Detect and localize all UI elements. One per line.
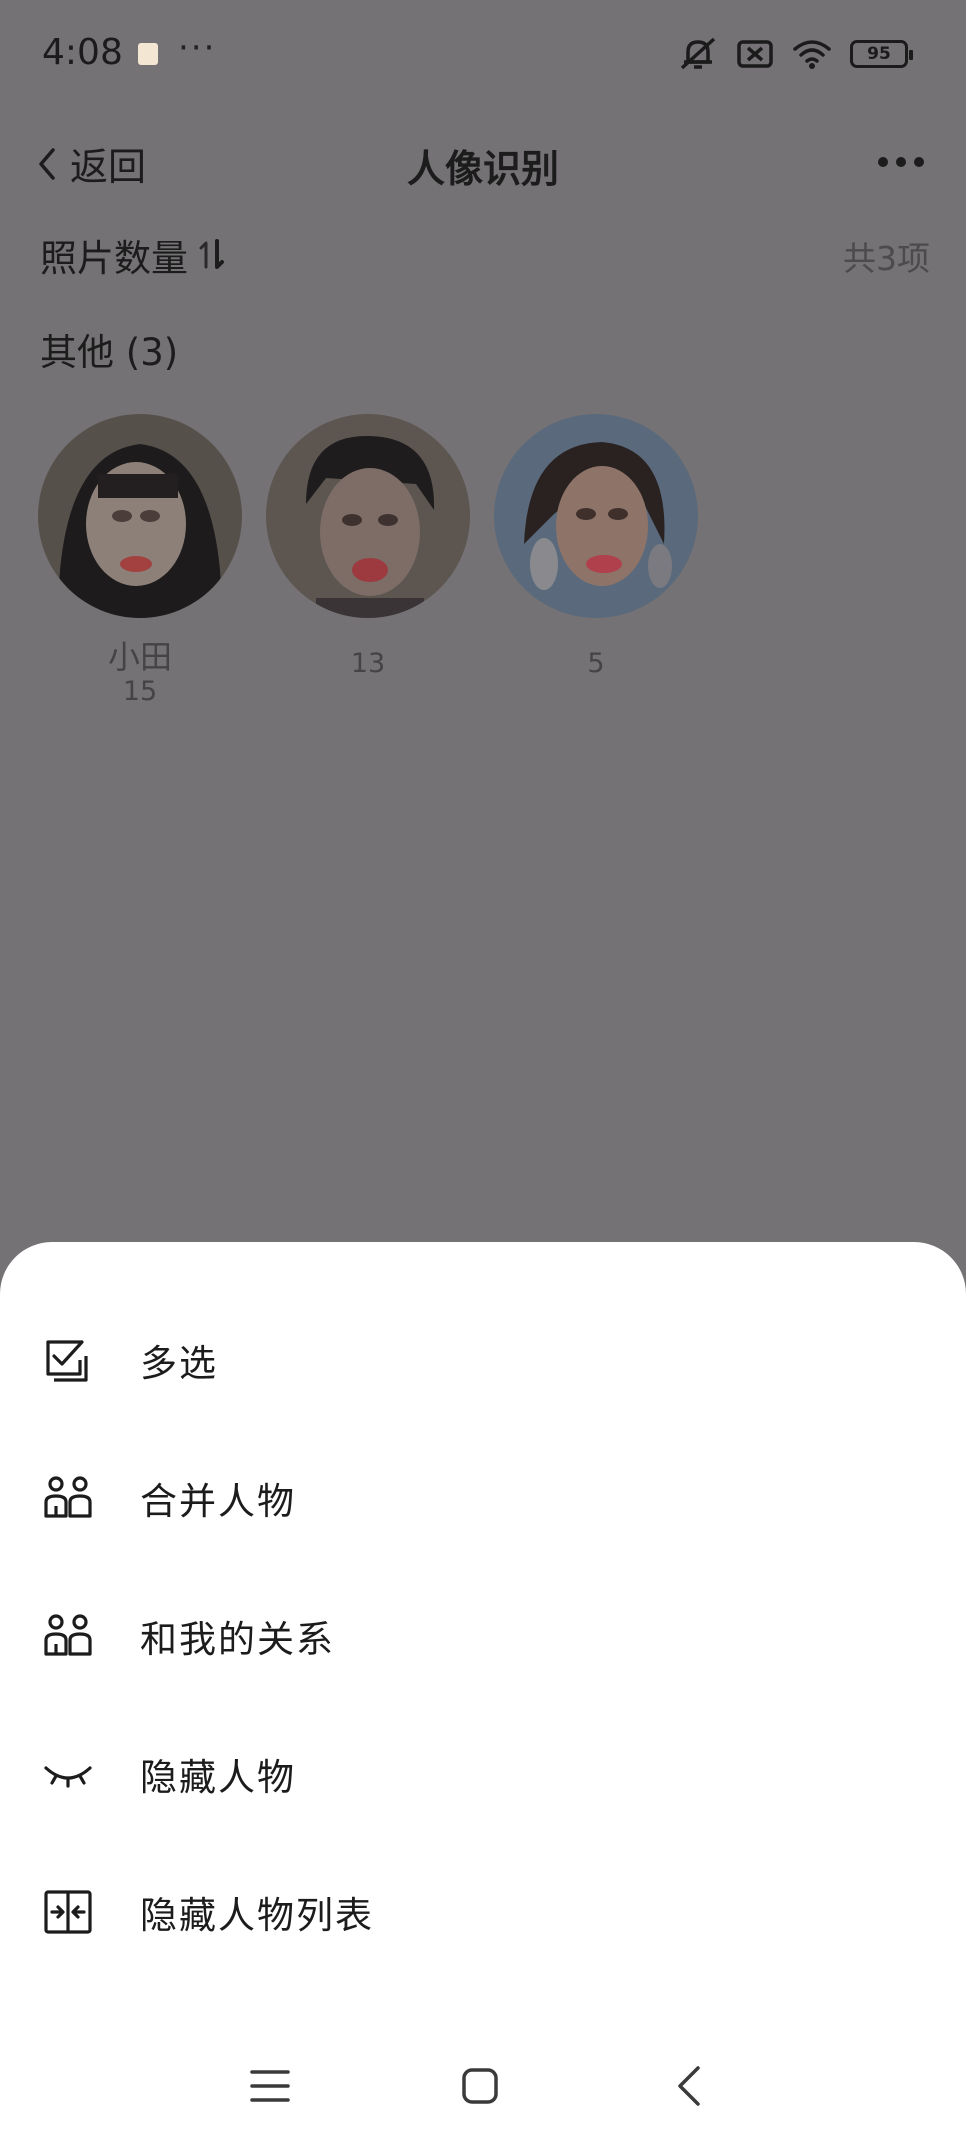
more-dots-icon[interactable] bbox=[876, 150, 926, 174]
section-title: 其他 (3) bbox=[40, 331, 179, 374]
nav-bar: 人像识别 返回 bbox=[0, 120, 966, 206]
status-more-dots: ··· bbox=[178, 28, 217, 68]
menu-item-hidden-list[interactable]: 隐藏人物列表 bbox=[0, 1843, 966, 1981]
person-name: 小田 bbox=[107, 638, 172, 676]
mute-icon bbox=[680, 37, 716, 70]
person-photo-count: 13 bbox=[350, 648, 386, 679]
total-count: 共3项 bbox=[843, 239, 930, 278]
battery-level: 95 bbox=[867, 44, 891, 64]
wifi-icon bbox=[793, 40, 831, 69]
people-grid: 小田 15 13 5 bbox=[38, 414, 698, 707]
menu-item-hide-person[interactable]: 隐藏人物 bbox=[0, 1705, 966, 1843]
merge-people-icon bbox=[44, 1476, 92, 1518]
multi-select-icon bbox=[46, 1340, 88, 1382]
menu-label: 隐藏人物 bbox=[140, 1756, 296, 1799]
no-sim-icon bbox=[737, 40, 773, 68]
status-bar: 4:08 ··· 95 bbox=[0, 0, 966, 110]
menu-item-multi-select[interactable]: 多选 bbox=[0, 1291, 966, 1429]
sort-row: 照片数量 共3项 bbox=[40, 228, 930, 284]
back-button[interactable]: 返回 bbox=[36, 136, 146, 191]
person-avatar bbox=[266, 414, 470, 618]
notification-app-icon bbox=[138, 43, 158, 65]
relationship-icon bbox=[44, 1614, 92, 1656]
person-card[interactable]: 5 bbox=[494, 414, 698, 707]
person-card[interactable]: 13 bbox=[266, 414, 470, 707]
action-sheet: 多选 合并人物 和我的关系 隐藏人物 隐藏人物列表 bbox=[0, 1242, 966, 2146]
back-label: 返回 bbox=[70, 145, 147, 189]
status-icons: 95 bbox=[678, 36, 913, 72]
person-avatar bbox=[494, 414, 698, 618]
sort-label: 照片数量 bbox=[40, 237, 188, 280]
home-icon[interactable] bbox=[456, 2062, 504, 2110]
person-card[interactable]: 小田 15 bbox=[38, 414, 242, 707]
sort-descending-icon bbox=[199, 239, 224, 269]
person-avatar bbox=[38, 414, 242, 618]
hidden-list-icon bbox=[44, 1890, 92, 1934]
menu-label: 和我的关系 bbox=[140, 1618, 335, 1661]
battery-icon: 95 bbox=[850, 40, 913, 68]
menu-item-relationship[interactable]: 和我的关系 bbox=[0, 1567, 966, 1705]
menu-label: 合并人物 bbox=[140, 1480, 296, 1523]
system-nav-bar bbox=[0, 2040, 966, 2130]
back-icon[interactable] bbox=[666, 2062, 714, 2110]
hide-eye-icon bbox=[44, 1766, 92, 1788]
chevron-left-icon bbox=[39, 147, 55, 180]
status-time: 4:08 bbox=[42, 32, 123, 73]
sort-by-photo-count-button[interactable]: 照片数量 bbox=[40, 228, 228, 282]
menu-icon[interactable] bbox=[246, 2062, 294, 2110]
menu-label: 多选 bbox=[140, 1342, 218, 1385]
menu-label: 隐藏人物列表 bbox=[140, 1894, 374, 1937]
person-photo-count: 5 bbox=[587, 648, 605, 679]
person-photo-count: 15 bbox=[122, 676, 158, 707]
menu-item-merge-people[interactable]: 合并人物 bbox=[0, 1429, 966, 1567]
